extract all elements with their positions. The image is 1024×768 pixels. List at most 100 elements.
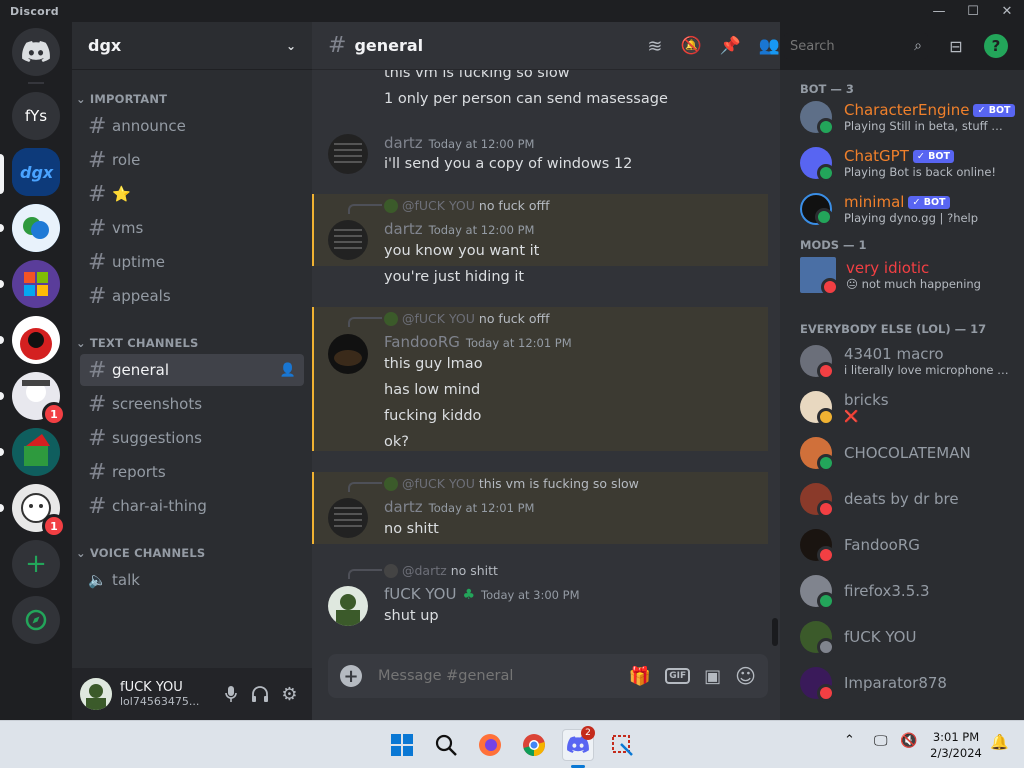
server-christmas[interactable] — [12, 428, 60, 476]
member-item[interactable]: CHOCOLATEMAN — [800, 432, 1020, 474]
display-icon[interactable]: 🖵 — [874, 733, 888, 749]
minimize-icon[interactable]: — — [922, 0, 956, 22]
channel-char-ai-thing[interactable]: # char-ai-thing — [80, 490, 304, 522]
channel-vms[interactable]: # vms — [80, 212, 304, 244]
user-info[interactable]: fUCK YOU lol74563475... — [120, 680, 211, 708]
avatar[interactable] — [328, 134, 368, 174]
channel-announce[interactable]: # announce — [80, 110, 304, 142]
category-important[interactable]: ⌄ IMPORTANT — [76, 92, 167, 106]
category-text-channels[interactable]: ⌄ TEXT CHANNELS — [76, 336, 199, 350]
avatar[interactable] — [80, 678, 112, 710]
member-item[interactable]: 43401 macro i literally love microphone f… — [800, 340, 1020, 382]
member-item[interactable]: Imparator878 — [800, 662, 1020, 704]
server-red[interactable] — [12, 316, 60, 364]
member-item[interactable]: FandooRG — [800, 524, 1020, 566]
author-name[interactable]: dartz — [384, 220, 423, 238]
home-button[interactable] — [12, 28, 60, 76]
server-dgx[interactable]: dgx — [12, 148, 60, 196]
member-name: fUCK YOU — [844, 628, 917, 646]
snipping-tool-button[interactable] — [606, 729, 638, 761]
maximize-icon[interactable]: ☐ — [956, 0, 990, 22]
server-unread-pill — [0, 224, 4, 232]
user-tag: lol74563475... — [120, 695, 200, 708]
volume-muted-icon[interactable]: 🔇 — [900, 733, 917, 749]
status-online-icon — [817, 118, 835, 136]
channel-talk[interactable]: 🔈 talk — [80, 564, 304, 596]
gif-button[interactable]: GIF — [665, 668, 691, 684]
channel-reports[interactable]: # reports — [80, 456, 304, 488]
member-list-icon[interactable]: 👥 — [759, 36, 780, 56]
member-item[interactable]: ChatGPT ✓ BOT Playing Bot is back online! — [800, 142, 1020, 184]
add-member-icon[interactable]: 👤 — [280, 363, 296, 378]
firefox-button[interactable] — [474, 729, 506, 761]
server-fys[interactable]: fYs — [12, 92, 60, 140]
reply-avatar-icon — [384, 476, 398, 491]
channel-role[interactable]: # role — [80, 144, 304, 176]
member-item[interactable]: fUCK YOU — [800, 616, 1020, 658]
search-bar[interactable]: ⌕ — [784, 33, 928, 59]
reply-preview[interactable]: @fUCK YOU no fuck offf — [384, 198, 550, 213]
chevron-up-icon[interactable]: ⌃ — [844, 733, 855, 748]
pin-icon[interactable]: 📌 — [720, 36, 741, 56]
channel-general[interactable]: # general 👤 — [80, 354, 304, 386]
reply-author: @dartz — [402, 563, 447, 578]
explore-servers-button[interactable] — [12, 596, 60, 644]
member-item[interactable]: very idiotic 😐 not much happening — [800, 254, 1020, 296]
author-name[interactable]: FandooRG — [384, 333, 460, 351]
add-attachment-icon[interactable]: + — [340, 665, 362, 687]
chrome-button[interactable] — [518, 729, 550, 761]
gift-icon[interactable]: 🎁 — [629, 666, 651, 687]
search-button[interactable] — [430, 729, 462, 761]
guild-header[interactable]: dgx ⌄ — [72, 22, 312, 70]
clock[interactable]: 3:01 PM 2/3/2024 — [928, 729, 984, 761]
channel-star[interactable]: # ⭐ — [80, 178, 304, 210]
notification-bell-muted-icon[interactable]: 🔕 — [680, 36, 701, 56]
message-composer[interactable]: + 🎁 GIF ▣ ☺ — [328, 654, 768, 698]
reply-preview[interactable]: @fUCK YOU no fuck offf — [384, 311, 550, 326]
avatar[interactable] — [328, 220, 368, 260]
emoji-icon[interactable]: ☺ — [735, 664, 756, 688]
member-item[interactable]: CharacterEngine ✓ BOT Playing Still in bet… — [800, 96, 1020, 138]
member-item[interactable]: deats by dr bre — [800, 478, 1020, 520]
discord-button[interactable]: 2 — [562, 726, 595, 761]
sticker-icon[interactable]: ▣ — [704, 666, 721, 687]
reply-preview[interactable]: @dartz no shitt — [384, 563, 498, 578]
member-item[interactable]: bricks ❌ — [800, 386, 1020, 428]
start-button[interactable] — [386, 729, 418, 761]
scrollbar[interactable] — [772, 618, 778, 646]
message-input[interactable] — [378, 668, 621, 684]
channel-appeals[interactable]: # appeals — [80, 280, 304, 312]
microphone-icon[interactable] — [217, 678, 246, 710]
help-icon[interactable]: ? — [984, 34, 1008, 58]
search-input[interactable] — [790, 38, 915, 54]
close-icon[interactable]: ✕ — [990, 0, 1024, 22]
member-item[interactable]: minimal ✓ BOT Playing dyno.gg | ?help — [800, 188, 1020, 230]
server-messenger[interactable] — [12, 204, 60, 252]
add-server-button[interactable]: + — [12, 540, 60, 588]
author-name[interactable]: dartz — [384, 134, 423, 152]
inbox-icon[interactable]: ⊟ — [944, 34, 968, 58]
author-name[interactable]: fUCK YOU — [384, 585, 456, 603]
channel-suggestions[interactable]: # suggestions — [80, 422, 304, 454]
christmas-avatar-icon — [12, 428, 60, 476]
channel-uptime[interactable]: # uptime — [80, 246, 304, 278]
notification-bell-icon[interactable]: 🔔 — [990, 733, 1009, 751]
avatar[interactable] — [328, 334, 368, 374]
server-windows[interactable] — [12, 260, 60, 308]
avatar[interactable] — [328, 498, 368, 538]
headphones-icon[interactable] — [246, 678, 275, 710]
author-name[interactable]: dartz — [384, 498, 423, 516]
red-avatar-icon — [12, 316, 60, 364]
category-voice-channels[interactable]: ⌄ VOICE CHANNELS — [76, 546, 205, 560]
member-name: ChatGPT — [844, 147, 909, 165]
reply-preview[interactable]: @fUCK YOU this vm is fucking so slow — [384, 476, 639, 491]
threads-icon[interactable]: ≋ — [647, 36, 662, 57]
channel-screenshots[interactable]: # screenshots — [80, 388, 304, 420]
gear-icon[interactable]: ⚙ — [275, 678, 304, 710]
message-line: shut up — [384, 608, 439, 624]
avatar[interactable] — [328, 586, 368, 626]
member-name: 43401 macro — [844, 345, 944, 363]
chevron-down-icon: ⌄ — [285, 38, 296, 53]
message-header: FandooRG Today at 12:01 PM — [384, 333, 572, 351]
member-item[interactable]: firefox3.5.3 — [800, 570, 1020, 612]
